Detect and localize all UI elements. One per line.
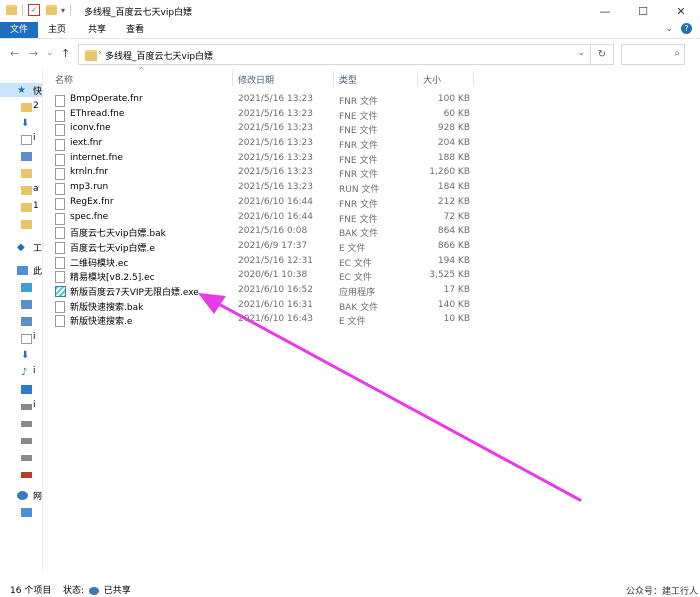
share-status: 状态: 已共享 xyxy=(63,586,131,596)
watermark: 公众号：建工行人 xyxy=(625,587,698,597)
arrow-head xyxy=(198,293,226,314)
item-count: 16 个项目 xyxy=(10,586,52,596)
status-bar: 16 个项目 状态: 已共享 xyxy=(0,580,700,596)
vertical-scrollbar[interactable] xyxy=(687,70,699,575)
shared-icon xyxy=(88,586,99,595)
annotation-arrow xyxy=(198,293,582,502)
arrow-shaft xyxy=(213,300,582,502)
